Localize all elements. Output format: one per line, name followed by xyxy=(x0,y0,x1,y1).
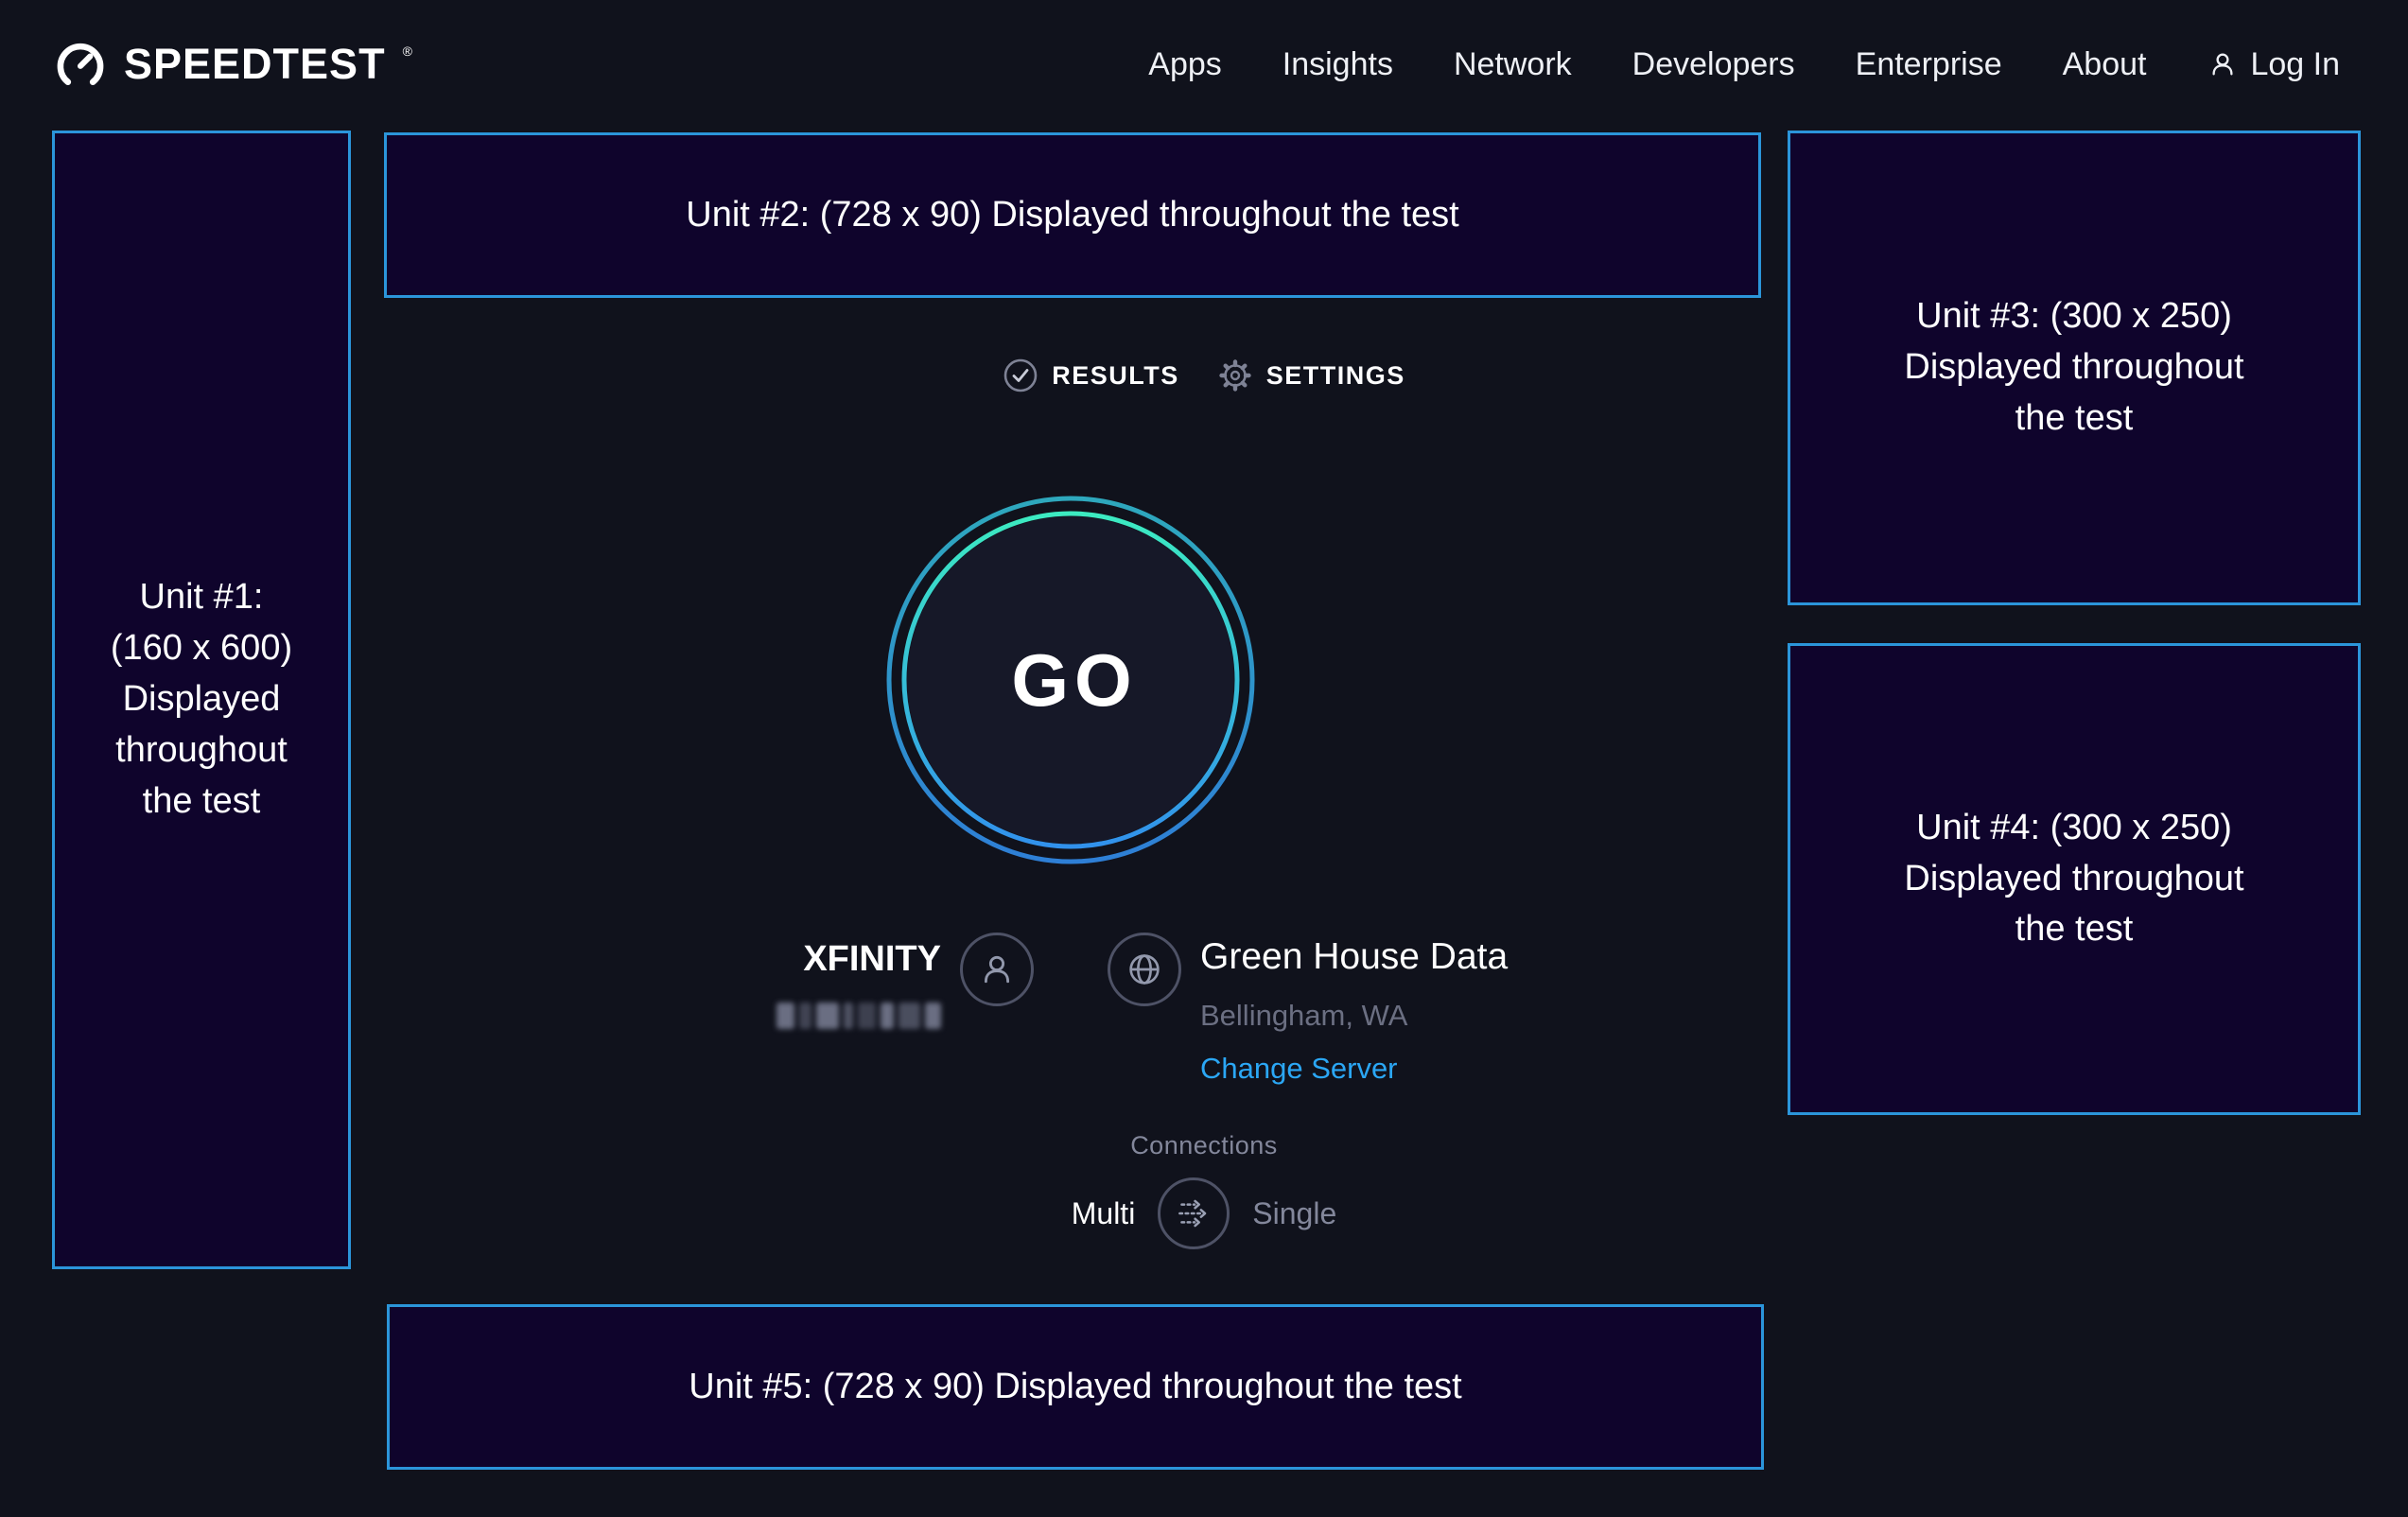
logo-text: SPEEDTEST xyxy=(124,40,386,89)
isp-info: XFINITY xyxy=(776,933,1034,1029)
ad-unit-1[interactable]: Unit #1: (160 x 600) Displayed throughou… xyxy=(52,131,351,1269)
nav-item-network[interactable]: Network xyxy=(1454,46,1572,83)
connection-toggle[interactable] xyxy=(1158,1177,1230,1249)
speedtest-logo[interactable]: SPEEDTEST ® xyxy=(52,36,410,93)
login-button[interactable]: Log In xyxy=(2207,46,2340,83)
go-button-label: GO xyxy=(886,496,1255,864)
ad-unit-5[interactable]: Unit #5: (728 x 90) Displayed throughout… xyxy=(387,1304,1764,1470)
isp-name: XFINITY xyxy=(776,940,941,980)
nav-item-insights[interactable]: Insights xyxy=(1283,46,1393,83)
redacted-ip-text xyxy=(776,1003,941,1029)
globe-icon xyxy=(1108,933,1181,1006)
nav-item-about[interactable]: About xyxy=(2063,46,2147,83)
change-server-link[interactable]: Change Server xyxy=(1200,1052,1508,1086)
ad-unit-4[interactable]: Unit #4: (300 x 250) Displayed throughou… xyxy=(1788,643,2361,1115)
go-button[interactable]: GO xyxy=(886,496,1255,864)
ad-unit-1-text: Unit #1: (160 x 600) Displayed throughou… xyxy=(104,572,299,828)
ad-unit-5-text: Unit #5: (728 x 90) Displayed throughout… xyxy=(689,1362,1461,1413)
nav-item-apps[interactable]: Apps xyxy=(1148,46,1222,83)
nav-item-developers[interactable]: Developers xyxy=(1632,46,1795,83)
speedtest-page: SPEEDTEST ® Apps Insights Network Develop… xyxy=(0,0,2408,1517)
server-info: Green House Data Bellingham, WA Change S… xyxy=(1108,933,1508,1086)
nav-item-enterprise[interactable]: Enterprise xyxy=(1856,46,2002,83)
server-name: Green House Data xyxy=(1200,936,1508,978)
ad-unit-4-text: Unit #4: (300 x 250) Displayed throughou… xyxy=(1885,803,2263,956)
tab-results[interactable]: RESULTS xyxy=(1003,357,1179,393)
connections-section: Connections Multi Single xyxy=(0,1131,2408,1249)
gear-icon xyxy=(1217,357,1253,393)
connection-mode-single[interactable]: Single xyxy=(1252,1196,1336,1231)
connection-mode-multi[interactable]: Multi xyxy=(1072,1196,1136,1231)
tab-settings-label: SETTINGS xyxy=(1266,361,1405,391)
connections-label: Connections xyxy=(0,1131,2408,1160)
ad-unit-2[interactable]: Unit #2: (728 x 90) Displayed throughout… xyxy=(384,132,1761,298)
multi-arrows-icon xyxy=(1172,1192,1215,1235)
isp-person-icon xyxy=(960,933,1034,1006)
top-nav: SPEEDTEST ® Apps Insights Network Develop… xyxy=(0,0,2408,129)
check-circle-icon xyxy=(1003,357,1038,393)
person-icon xyxy=(2207,48,2239,80)
login-label: Log In xyxy=(2250,46,2340,83)
registered-mark: ® xyxy=(403,44,412,59)
tab-settings[interactable]: SETTINGS xyxy=(1217,357,1405,393)
main-nav: Apps Insights Network Developers Enterpr… xyxy=(1148,46,2340,83)
ad-unit-2-text: Unit #2: (728 x 90) Displayed throughout… xyxy=(686,190,1458,241)
tabs-row: RESULTS SETTINGS xyxy=(0,357,2408,393)
server-location: Bellingham, WA xyxy=(1200,999,1508,1033)
tab-results-label: RESULTS xyxy=(1052,361,1179,391)
speedometer-logo-icon xyxy=(52,36,109,93)
